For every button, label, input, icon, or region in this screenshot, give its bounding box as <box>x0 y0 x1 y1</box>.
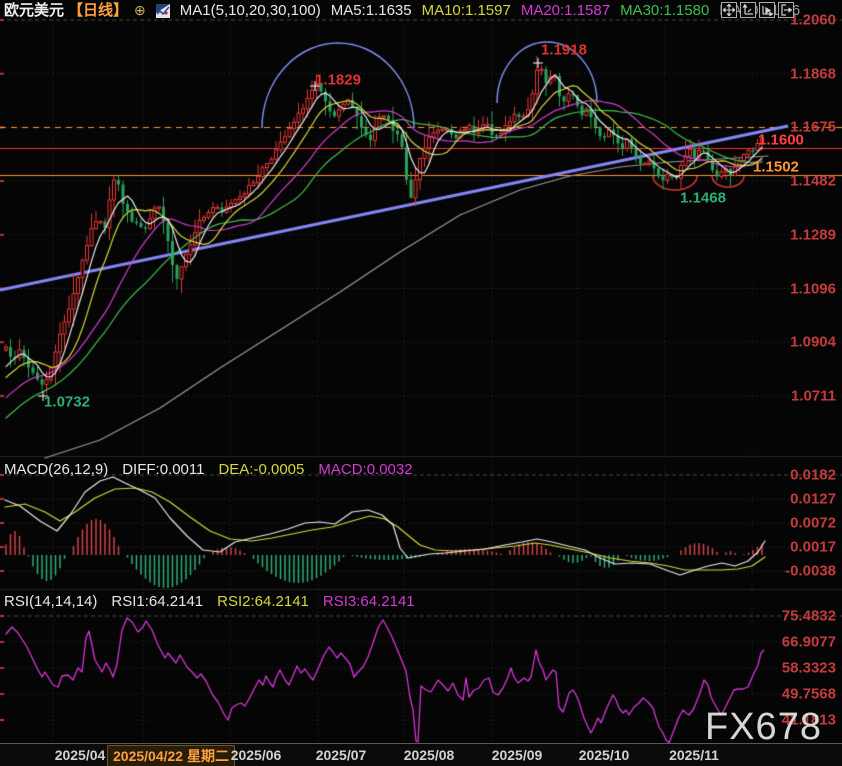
scale-x-axis-icon[interactable] <box>759 2 775 18</box>
macd-header: MACD(26,12,9) DIFF:0.0011 DEA:-0.0005 MA… <box>4 461 413 478</box>
chart-canvas[interactable] <box>0 0 842 766</box>
chart-header: 欧元美元 【日线】 ⊕ MA1(5,10,20,30,100) MA5:1.16… <box>4 2 800 19</box>
legend-ma10: MA10:1.1597 <box>422 2 511 19</box>
rsi-axis-label: 66.9077 <box>782 634 836 651</box>
date-axis-label: 2025/04 <box>55 747 106 763</box>
date-axis-label: 2025/09 <box>492 747 543 763</box>
move-crosshair-icon[interactable] <box>721 2 737 18</box>
watermark: FX678 <box>705 706 822 749</box>
date-axis-label: 2025/07 <box>316 747 367 763</box>
price-axis-label: 1.0904 <box>790 334 836 351</box>
add-indicator-icon[interactable]: ⊕ <box>134 2 146 19</box>
date-axis-label-selected: 2025/04/22 星期二 <box>107 745 235 766</box>
macd-axis-label: 0.0072 <box>790 515 836 532</box>
macd-axis-label: -0.0038 <box>785 563 836 580</box>
trading-chart-window: 欧元美元 【日线】 ⊕ MA1(5,10,20,30,100) MA5:1.16… <box>0 0 842 766</box>
legend-ma30: MA30:1.1580 <box>620 2 709 19</box>
annotation-label: 1.1918 <box>541 42 587 59</box>
price-axis-label: 1.1096 <box>790 280 836 297</box>
rsi3-value: RSI3:64.2141 <box>323 593 415 610</box>
rsi2-value: RSI2:64.2141 <box>217 593 309 610</box>
date-axis-label: 2025/08 <box>404 747 455 763</box>
legend-ma20: MA20:1.1587 <box>521 2 610 19</box>
rsi-axis-label: 58.3323 <box>782 660 836 677</box>
rsi-axis-label: 49.7568 <box>782 686 836 703</box>
mini-chart-icon[interactable] <box>156 4 170 18</box>
rsi-params: RSI(14,14,14) <box>4 593 97 610</box>
rsi-axis-label: 75.4832 <box>782 608 836 625</box>
date-axis-label: 2025/11 <box>669 747 719 763</box>
scale-y-axis-icon[interactable] <box>740 2 756 18</box>
macd-macd-value: MACD:0.0032 <box>318 461 412 478</box>
chart-toolbar <box>721 2 794 18</box>
price-line-label: 1.1600 <box>758 131 804 148</box>
price-axis-label: 1.0711 <box>791 387 836 404</box>
symbol-title: 欧元美元 <box>4 2 64 19</box>
annotation-label: 1.0732 <box>44 394 90 411</box>
macd-params: MACD(26,12,9) <box>4 461 108 478</box>
price-line-label: 1.1502 <box>753 159 799 176</box>
price-axis-label: 1.1868 <box>790 65 836 82</box>
date-axis-label: 2025/10 <box>579 747 630 763</box>
annotation-label: 1.1829 <box>315 72 361 89</box>
legend-ma5: MA5:1.1635 <box>331 2 412 19</box>
annotation-label: 1.1468 <box>680 190 726 207</box>
macd-diff-value: DIFF:0.0011 <box>122 461 204 478</box>
period-label[interactable]: 【日线】 <box>68 2 128 19</box>
rsi1-value: RSI1:64.2141 <box>111 593 203 610</box>
macd-axis-label: 0.0017 <box>790 539 836 556</box>
macd-dea-value: DEA:-0.0005 <box>218 461 304 478</box>
legend-ma1: MA1(5,10,20,30,100) <box>180 2 321 19</box>
macd-axis-label: 0.0127 <box>790 491 836 508</box>
date-axis-label: 2025/06 <box>231 747 282 763</box>
exit-pane-icon[interactable] <box>778 2 794 18</box>
rsi-header: RSI(14,14,14) RSI1:64.2141 RSI2:64.2141 … <box>4 593 415 610</box>
macd-axis-label: 0.0182 <box>790 467 836 484</box>
price-axis-label: 1.1289 <box>790 226 836 243</box>
